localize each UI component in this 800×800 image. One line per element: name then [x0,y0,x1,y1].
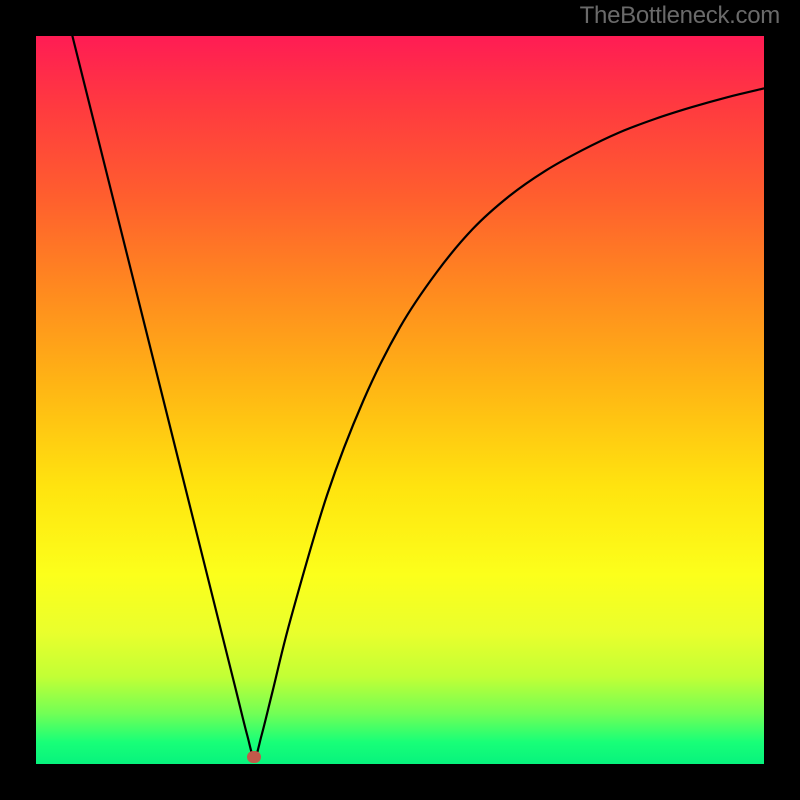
bottleneck-curve [36,36,764,764]
minimum-marker [247,751,261,763]
watermark-label: TheBottleneck.com [580,2,780,30]
plot-area [36,36,764,764]
chart-frame: TheBottleneck.com [0,0,800,800]
